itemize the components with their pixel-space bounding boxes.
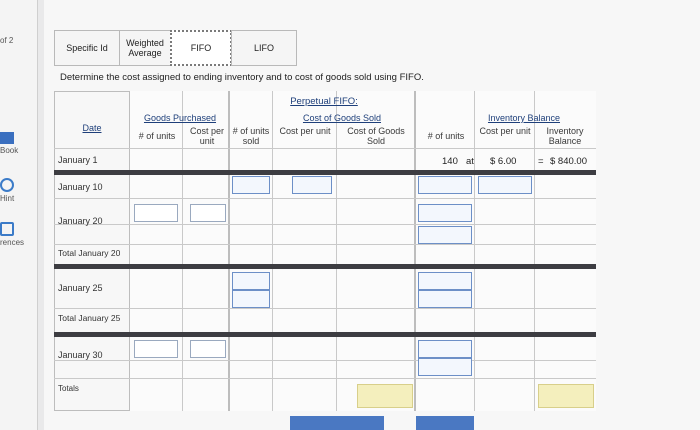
row-label-january-1: January 1 [58,155,98,165]
row-label-january-30: January 30 [58,350,103,360]
jan20-cost-input[interactable] [190,204,226,222]
references-icon[interactable] [0,222,14,236]
goods-purchased-header: Goods Purchased [143,113,217,123]
book-label[interactable]: Book [0,146,18,155]
tab-fifo[interactable]: FIFO [170,30,232,66]
instruction-text: Determine the cost assigned to ending in… [60,72,424,83]
row-line [54,378,596,379]
jan1-equals: = [538,156,544,167]
row-label-january-20: January 20 [58,216,103,226]
main-panel: Specific Id Weighted Average FIFO LIFO D… [44,0,700,430]
date-header: Date [82,123,102,133]
inv-units-header: # of units [427,131,465,141]
jan1-balance: $ 840.00 [550,156,587,167]
row-separator [54,264,596,269]
col-divider [182,91,183,411]
row-line [54,224,596,225]
hint-icon[interactable] [0,178,14,192]
references-label[interactable]: rences [0,238,24,247]
jan10-units-sold-input[interactable] [232,176,270,194]
jan25-inv-units-2-input[interactable] [418,290,472,308]
tab-weighted-average[interactable]: Weighted Average [119,30,171,66]
col-divider [534,91,535,411]
jan25-units-sold-2-input[interactable] [232,290,270,308]
total-inventory-cell[interactable] [538,384,594,408]
jan10-inv-units-input[interactable] [418,176,472,194]
jan30-cost-input[interactable] [190,340,226,358]
row-line [54,360,596,361]
gp-cost-header: Cost per unit [189,126,224,146]
prev-tab-button[interactable] [290,416,384,430]
jan10-cost-input[interactable] [292,176,332,194]
cogs-total-header: Cost of Goods Sold [347,126,405,146]
total-cogs-cell[interactable] [357,384,413,408]
row-line [54,308,596,309]
tab-specific-id[interactable]: Specific Id [54,30,120,66]
book-icon[interactable] [0,132,14,144]
method-tabs: Specific Id Weighted Average FIFO LIFO [54,30,297,66]
row-label-total-january-25: Total January 25 [58,313,121,323]
hint-label[interactable]: Hint [0,194,14,203]
col-divider [272,91,273,411]
row-separator [54,332,596,337]
inv-cost-header: Cost per unit [479,126,531,136]
row-line [54,244,596,245]
cogs-units-header: # of units sold [232,126,270,146]
row-label-totals: Totals [58,384,79,393]
cogs-header: Cost of Goods Sold [302,113,382,123]
row-label-january-25: January 25 [58,283,103,293]
jan25-inv-units-input[interactable] [418,272,472,290]
page-indicator: of 2 [0,36,14,45]
jan1-units: 140 [442,156,458,167]
row-line [54,148,596,149]
row-line [54,198,596,199]
gp-units-header: # of units [138,131,176,141]
perpetual-fifo-title: Perpetual FIFO: [290,96,358,107]
col-divider [336,91,337,411]
row-label-january-10: January 10 [58,182,103,192]
jan1-at: at [466,156,474,167]
row-separator [54,170,596,175]
jan10-inv-cost-input[interactable] [478,176,532,194]
col-divider [474,91,475,411]
inventory-balance-header: Inventory Balance [487,113,561,123]
col-divider [414,91,416,411]
jan30-units-input[interactable] [134,340,178,358]
jan20-inv-units-2-input[interactable] [418,226,472,244]
tab-lifo[interactable]: LIFO [231,30,297,66]
next-tab-button[interactable] [416,416,474,430]
jan25-units-sold-input[interactable] [232,272,270,290]
jan30-inv-units-input[interactable] [418,340,472,358]
inv-balance-header: Inventory Balance [546,126,584,146]
row-label-total-january-20: Total January 20 [58,248,121,258]
left-sidebar: of 2 Book Hint rences [0,0,38,430]
cogs-cost-header: Cost per unit [279,126,331,136]
jan1-cost: $ 6.00 [490,156,517,167]
jan20-units-input[interactable] [134,204,178,222]
jan20-inv-units-input[interactable] [418,204,472,222]
jan30-inv-units-2-input[interactable] [418,358,472,376]
